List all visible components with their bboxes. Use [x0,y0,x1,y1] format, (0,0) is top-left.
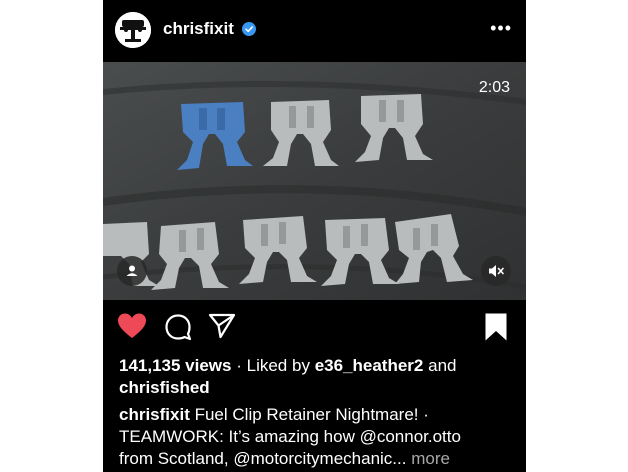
caption-line-2: TEAMWORK: It’s amazing how @connor.otto [119,427,461,446]
caption: chrisfixit Fuel Clip Retainer Nightmare!… [119,404,519,470]
paper-plane-icon[interactable] [208,313,236,339]
instagram-post: chrisfixit ••• 2:03 141,135 views · Like… [103,0,526,472]
avatar[interactable] [115,12,151,48]
speaker-muted-icon[interactable] [481,256,511,286]
person-tag-icon[interactable] [117,256,147,286]
video-timer: 2:03 [478,79,510,96]
liked-by-and: and [428,356,457,375]
caption-line-1: Fuel Clip Retainer Nightmare! · [194,405,429,424]
username[interactable]: chrisfixit [163,19,234,39]
more-link[interactable]: more [411,449,450,468]
comment-icon[interactable] [164,313,192,341]
bookmark-icon[interactable] [484,312,508,342]
view-count[interactable]: 141,135 views [119,356,231,375]
separator: · [236,356,242,375]
ellipsis-icon[interactable]: ••• [490,18,512,39]
liked-by-user[interactable]: e36_heather2 [315,356,424,375]
fuel-clips-image [103,62,526,300]
liked-by-label: Liked by [246,356,310,375]
post-header: chrisfixit ••• [103,0,526,62]
heart-icon[interactable] [117,312,147,340]
liked-by-second-user[interactable]: chrisfished [119,378,210,397]
caption-username[interactable]: chrisfixit [119,405,190,424]
video-media[interactable]: 2:03 [103,62,526,300]
lift-logo-icon [115,12,151,48]
likes-summary: 141,135 views · Liked by e36_heather2 an… [119,355,519,399]
caption-line-3: from Scotland, @motorcitymechanic... [119,449,407,468]
verified-badge-icon [242,22,256,36]
action-bar [103,300,526,352]
